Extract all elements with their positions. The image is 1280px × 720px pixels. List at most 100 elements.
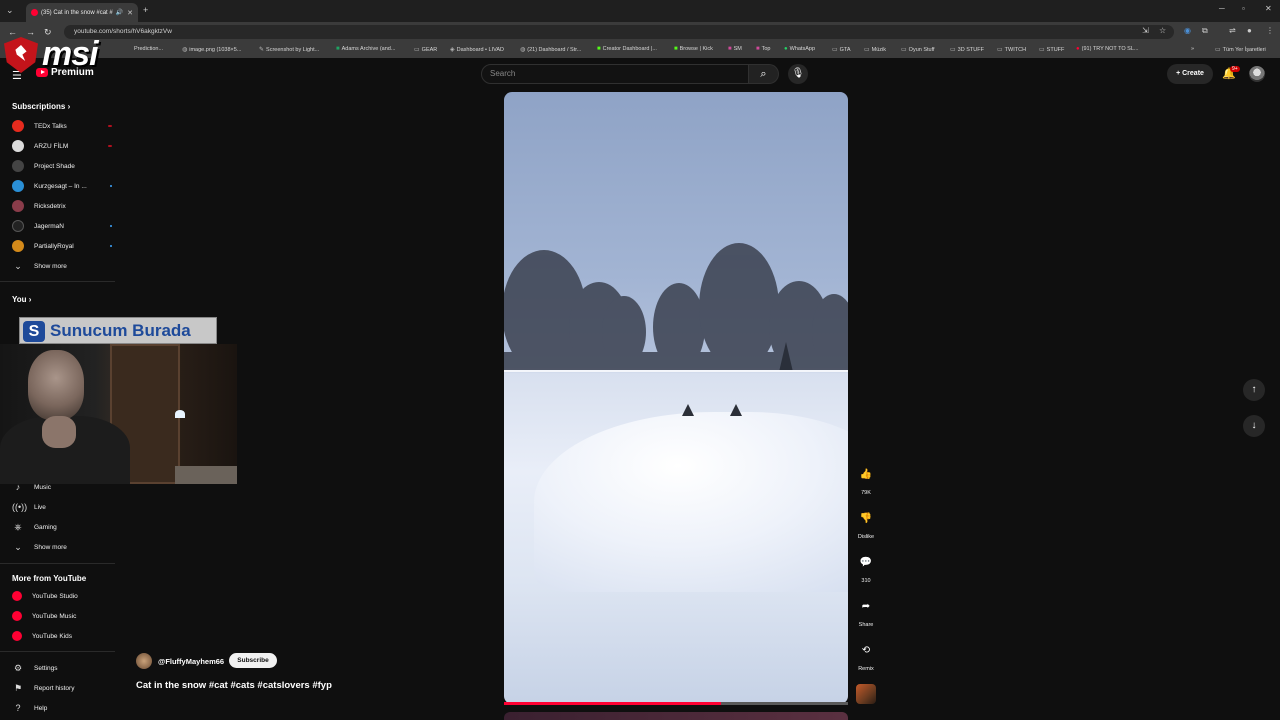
sidepanel-icon[interactable]: ⇌ <box>1229 26 1236 35</box>
subscriptions-heading[interactable]: Subscriptions › <box>12 102 70 111</box>
channel-avatar <box>12 120 24 132</box>
bookmark-item[interactable]: ◈ Dashboard • LIVAD <box>450 46 504 54</box>
channel-avatar <box>12 200 24 212</box>
share-action[interactable]: ➦ Share <box>852 596 880 628</box>
account-avatar[interactable] <box>1249 66 1265 82</box>
channel-name[interactable]: @FluffyMayhem66 <box>158 657 224 666</box>
address-bar-row: ← → ↻ youtube.com/shorts/hV6akgktzVw ⇲ ☆… <box>0 22 1280 42</box>
video-progress-bar[interactable] <box>504 702 848 705</box>
bookmark-item[interactable]: ▭ Müzik <box>864 46 886 54</box>
browser-tab[interactable]: (35) Cat in the snow #cat # 🔊 ✕ <box>26 3 138 22</box>
new-tab-icon[interactable]: + <box>143 5 148 15</box>
divider <box>0 651 115 652</box>
live-indicator <box>108 145 112 147</box>
bookmark-item[interactable]: ✎ Screenshot by Light... <box>259 46 319 54</box>
dashboard-icon: ◈ <box>450 47 455 53</box>
bookmark-item[interactable]: ▭ TWITCH <box>997 46 1026 54</box>
subscription-item[interactable]: TEDx Talks <box>12 119 112 133</box>
subscription-item[interactable]: ARZU FİLM <box>12 139 112 153</box>
share-label: Share <box>858 622 874 628</box>
profile-icon[interactable]: ● <box>1247 26 1252 35</box>
kick-icon: ■ <box>674 46 678 52</box>
sidebar-item-live[interactable]: ((•)) Live <box>12 500 112 514</box>
sidebar-item-help[interactable]: ? Help <box>12 701 112 715</box>
like-action[interactable]: 👍 79K <box>852 464 880 496</box>
short-video-player[interactable] <box>504 92 848 704</box>
whatsapp-icon: ● <box>784 46 788 52</box>
bookmark-item[interactable]: ■ SM <box>728 46 742 52</box>
window-close-icon[interactable]: ✕ <box>1265 4 1272 13</box>
next-short-button[interactable]: ↓ <box>1243 415 1265 437</box>
channel-avatar[interactable] <box>136 653 152 669</box>
subscription-item[interactable]: Kurzgesagt – In ... <box>12 179 112 193</box>
all-bookmarks[interactable]: ▭ Tüm Yer İşaretleri <box>1215 46 1266 54</box>
subscription-item[interactable]: JagermaN <box>12 219 112 233</box>
bookmark-item[interactable]: ▭ 3D STUFF <box>950 46 984 54</box>
you-heading[interactable]: You › <box>12 295 31 304</box>
tab-search-icon[interactable]: ⌄ <box>6 5 14 16</box>
sidebar-item-youtube-studio[interactable]: YouTube Studio <box>12 589 112 603</box>
tab-close-icon[interactable]: ✕ <box>127 9 133 17</box>
bookmark-item[interactable]: ▭ GEAR <box>414 46 437 54</box>
short-title[interactable]: Cat in the snow #cat #cats #catslovers #… <box>136 680 332 691</box>
minimize-icon[interactable]: ─ <box>1219 4 1225 13</box>
url-field[interactable]: youtube.com/shorts/hV6akgktzVw <box>64 25 1174 39</box>
gear-icon: ⚙ <box>13 662 23 673</box>
bookmark-item[interactable]: ▭ GTA <box>832 46 851 54</box>
globe-icon: ◍ <box>520 47 526 53</box>
bookmark-item[interactable]: ● WhatsApp <box>784 46 815 52</box>
folder-icon: ▭ <box>901 47 907 53</box>
install-icon[interactable]: ⇲ <box>1142 26 1149 35</box>
live-icon: ((•)) <box>12 502 28 512</box>
sidebar-item-youtube-kids[interactable]: YouTube Kids <box>12 629 112 643</box>
dislike-label: Dislike <box>857 534 875 540</box>
bookmark-item[interactable]: ● (91) TRY NOT TO SL... <box>1076 46 1138 52</box>
bookmarks-overflow-icon[interactable]: » <box>1191 46 1194 52</box>
create-button[interactable]: + Create <box>1167 64 1213 84</box>
bookmark-item[interactable]: ◍ (21) Dashboard / Str... <box>520 46 581 54</box>
channel-avatar <box>12 160 24 172</box>
sheet-icon: ■ <box>336 46 340 52</box>
extension-icon[interactable]: ◉ <box>1184 26 1191 35</box>
subscribe-button[interactable]: Subscribe <box>229 653 277 668</box>
tab-title: (35) Cat in the snow #cat # <box>41 9 113 16</box>
sidebar-item-settings[interactable]: ⚙ Settings <box>12 661 112 675</box>
star-icon[interactable]: ☆ <box>1159 26 1166 35</box>
folder-icon: ▭ <box>414 47 420 53</box>
arrow-up-icon: ↑ <box>1251 384 1257 395</box>
puzzle-icon[interactable]: ⧉ <box>1202 26 1208 36</box>
comments-action[interactable]: 💬 310 <box>852 552 880 584</box>
remix-action[interactable]: ⟲ Remix <box>852 640 880 672</box>
streamer-webcam <box>0 344 237 484</box>
search-input[interactable]: Search <box>481 64 749 84</box>
bookmark-item[interactable]: ◍ image.png (1038×5... <box>182 46 241 54</box>
bookmark-icon: ■ <box>756 46 760 52</box>
subscription-item[interactable]: Project Shade <box>12 159 112 173</box>
comment-count: 310 <box>861 578 871 584</box>
next-short-preview <box>504 712 848 720</box>
sidebar-item-report-history[interactable]: ⚑ Report history <box>12 681 112 695</box>
bookmark-item[interactable]: ■ Creator Dashboard |... <box>597 46 657 52</box>
restore-icon[interactable]: ▫ <box>1242 4 1245 13</box>
dislike-action[interactable]: 👎 Dislike <box>852 508 880 540</box>
show-more-subscriptions[interactable]: ⌄ Show more <box>12 259 112 273</box>
bookmark-item[interactable]: ■ Top <box>756 46 771 52</box>
like-count: 79K <box>861 490 871 496</box>
sound-thumbnail[interactable] <box>856 684 876 704</box>
subscription-item[interactable]: Ricksdetrix <box>12 199 112 213</box>
show-more-explore[interactable]: ⌄ Show more <box>12 540 112 554</box>
voice-search-button[interactable]: 🎙 <box>788 64 808 84</box>
kebab-menu-icon[interactable]: ⋮ <box>1266 26 1274 35</box>
audio-icon[interactable]: 🔊 <box>116 9 123 16</box>
previous-short-button[interactable]: ↑ <box>1243 379 1265 401</box>
subscription-item[interactable]: PartiallyRoyal <box>12 239 112 253</box>
bookmark-item[interactable]: ■ Browse | Kick <box>674 46 713 52</box>
bookmark-item[interactable]: ▭ STUFF <box>1039 46 1064 54</box>
search-button[interactable]: ⌕ <box>749 64 779 84</box>
microphone-icon: 🎙 <box>791 68 805 79</box>
bookmark-item[interactable]: ■ Adams Archive (and... <box>336 46 395 52</box>
sidebar-item-gaming[interactable]: ⎈ Gaming <box>12 520 112 534</box>
sidebar-item-youtube-music[interactable]: YouTube Music <box>12 609 112 623</box>
chevron-right-icon: › <box>67 102 71 111</box>
bookmark-item[interactable]: ▭ Oyun Stuff <box>901 46 935 54</box>
